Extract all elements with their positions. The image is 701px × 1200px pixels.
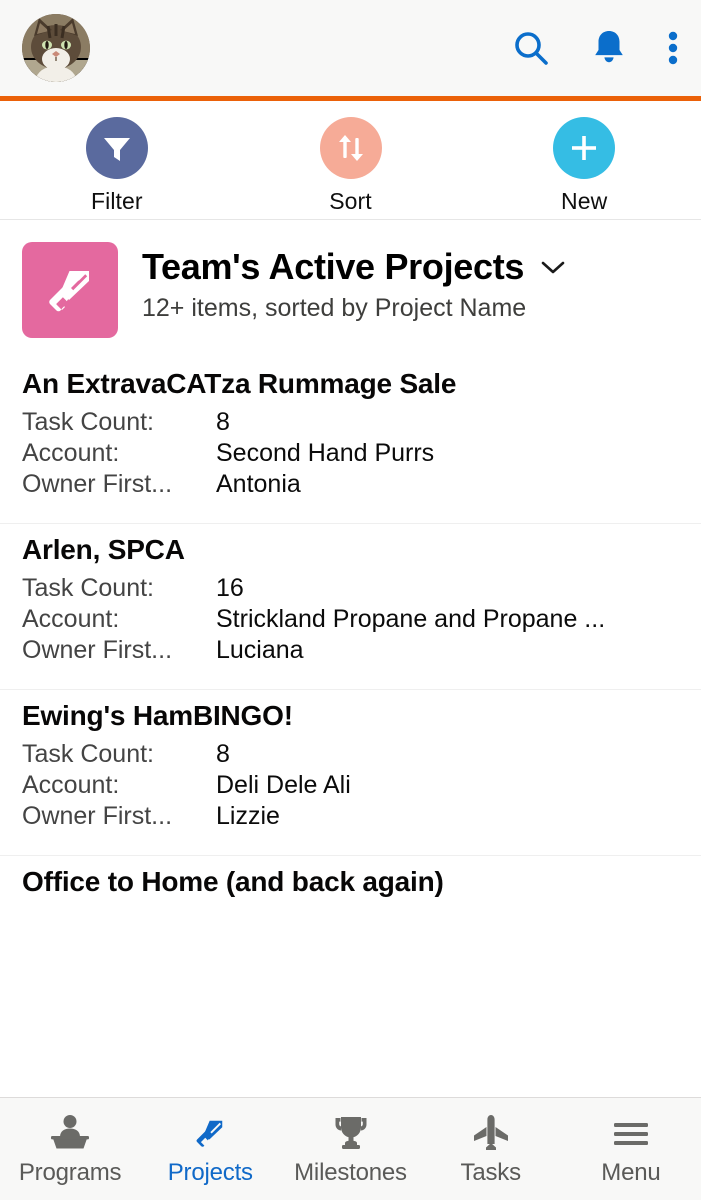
nav-label: Menu bbox=[601, 1159, 661, 1186]
saw-glyph bbox=[49, 271, 89, 312]
field-value: 8 bbox=[216, 740, 230, 768]
filter-label: Filter bbox=[90, 188, 143, 214]
plus-glyph bbox=[572, 136, 597, 160]
record-title: Office to Home (and back again) bbox=[22, 866, 444, 897]
list-item[interactable]: Arlen, SPCA Task Count: 16 Account: Stri… bbox=[0, 524, 701, 690]
field-value: Antonia bbox=[216, 470, 301, 498]
nav-item-menu[interactable]: Menu bbox=[561, 1111, 701, 1187]
record-field: Account: Deli Dele Ali bbox=[22, 771, 679, 800]
trophy-glyph bbox=[335, 1117, 366, 1149]
more-options-icon[interactable] bbox=[667, 28, 679, 68]
filter-funnel-glyph bbox=[103, 138, 130, 161]
nav-label: Milestones bbox=[294, 1159, 407, 1186]
nav-item-programs[interactable]: Programs bbox=[0, 1111, 140, 1187]
saw-glyph bbox=[196, 1120, 223, 1147]
field-label: Owner First... bbox=[22, 802, 173, 830]
record-field: Owner First... Luciana bbox=[22, 636, 679, 665]
field-value: 8 bbox=[216, 408, 230, 436]
filter-icon bbox=[85, 117, 148, 179]
sort-arrows-glyph bbox=[338, 135, 363, 161]
record-field: Account: Second Hand Purrs bbox=[22, 439, 679, 468]
list-view-header: Team's Active Projects 12+ items, sorted… bbox=[0, 220, 701, 358]
saw-icon bbox=[188, 1111, 232, 1155]
mobile-app-screen: Filter Sort New Team's Active Projects 1… bbox=[0, 0, 701, 1200]
podium-person-glyph bbox=[51, 1115, 90, 1149]
field-value: Deli Dele Ali bbox=[216, 771, 351, 799]
record-list[interactable]: An ExtravaCATza Rummage Sale Task Count:… bbox=[0, 358, 701, 1200]
page-title: Team's Active Projects bbox=[142, 246, 525, 287]
search-icon[interactable] bbox=[511, 28, 551, 68]
list-item[interactable]: Office to Home (and back again) bbox=[0, 856, 701, 930]
new-button[interactable]: New bbox=[467, 117, 701, 215]
avatar[interactable] bbox=[22, 14, 90, 82]
list-item[interactable]: Ewing's HamBINGO! Task Count: 8 Account:… bbox=[0, 690, 701, 856]
field-label: Task Count: bbox=[22, 408, 155, 436]
list-view-titleblock: Team's Active Projects 12+ items, sorted… bbox=[142, 242, 566, 323]
record-title: Ewing's HamBINGO! bbox=[22, 700, 293, 731]
record-field: Owner First... Lizzie bbox=[22, 802, 679, 831]
field-label: Account: bbox=[22, 605, 120, 633]
trophy-icon bbox=[329, 1111, 373, 1155]
record-field: Task Count: 8 bbox=[22, 408, 679, 437]
nav-item-projects[interactable]: Projects bbox=[140, 1111, 280, 1187]
field-label: Task Count: bbox=[22, 574, 155, 602]
sort-icon bbox=[319, 117, 382, 179]
search-glyph bbox=[515, 32, 548, 65]
list-view-subtitle: 12+ items, sorted by Project Name bbox=[142, 294, 527, 322]
nav-label: Tasks bbox=[460, 1159, 522, 1186]
field-value: Luciana bbox=[216, 636, 304, 664]
bottom-navigation-bar: Programs Projects Milestones Tasks Menu bbox=[0, 1097, 701, 1200]
record-field: Account: Strickland Propane and Propane … bbox=[22, 605, 679, 634]
hamburger-glyph bbox=[613, 1123, 648, 1145]
list-view-title-row[interactable]: Team's Active Projects bbox=[142, 246, 566, 288]
field-label: Account: bbox=[22, 439, 120, 467]
record-field: Task Count: 16 bbox=[22, 574, 679, 603]
field-value: Second Hand Purrs bbox=[216, 439, 435, 467]
chevron-down-icon[interactable] bbox=[540, 259, 566, 275]
header-actions bbox=[511, 28, 679, 68]
notifications-bell-icon[interactable] bbox=[591, 28, 627, 68]
record-title: An ExtravaCATza Rummage Sale bbox=[22, 368, 457, 399]
sort-label: Sort bbox=[329, 188, 372, 214]
hamburger-menu-icon bbox=[609, 1111, 653, 1155]
record-field: Owner First... Antonia bbox=[22, 470, 679, 499]
top-header-bar bbox=[0, 0, 701, 96]
nav-item-tasks[interactable]: Tasks bbox=[421, 1111, 561, 1187]
new-label: New bbox=[561, 188, 608, 214]
field-value: Strickland Propane and Propane ... bbox=[216, 605, 606, 633]
airplane-glyph bbox=[473, 1115, 508, 1150]
field-value: 16 bbox=[216, 574, 244, 602]
action-bar: Filter Sort New bbox=[0, 101, 701, 220]
field-value: Lizzie bbox=[216, 802, 280, 830]
field-label: Task Count: bbox=[22, 740, 155, 768]
new-icon bbox=[553, 117, 616, 179]
avatar-cat-photo bbox=[22, 14, 90, 82]
field-label: Owner First... bbox=[22, 636, 173, 664]
field-label: Account: bbox=[22, 771, 120, 799]
saw-icon bbox=[22, 242, 118, 338]
filter-button[interactable]: Filter bbox=[0, 117, 234, 215]
sort-button[interactable]: Sort bbox=[234, 117, 468, 215]
three-dots-vertical-glyph bbox=[668, 31, 678, 65]
record-field: Task Count: 8 bbox=[22, 740, 679, 769]
record-title: Arlen, SPCA bbox=[22, 534, 185, 565]
nav-label: Projects bbox=[167, 1159, 253, 1186]
bell-glyph bbox=[595, 31, 623, 63]
field-label: Owner First... bbox=[22, 470, 173, 498]
chevron-down-glyph bbox=[541, 261, 565, 274]
list-item[interactable]: An ExtravaCATza Rummage Sale Task Count:… bbox=[0, 358, 701, 524]
airplane-icon bbox=[469, 1111, 513, 1155]
nav-item-milestones[interactable]: Milestones bbox=[280, 1111, 420, 1187]
podium-person-icon bbox=[48, 1111, 92, 1155]
nav-label: Programs bbox=[18, 1159, 122, 1186]
